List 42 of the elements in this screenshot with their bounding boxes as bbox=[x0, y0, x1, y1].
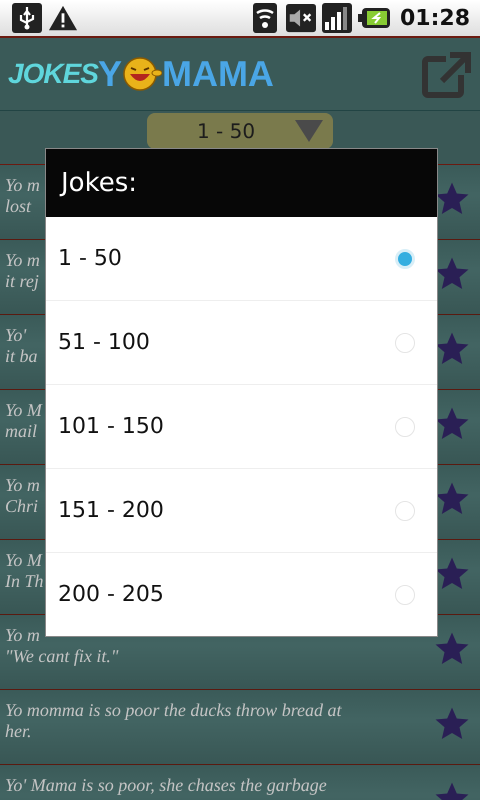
joke-text: it ba bbox=[5, 346, 38, 367]
warning-icon bbox=[48, 3, 78, 33]
joke-row[interactable]: Yo' Mama is so poor, she chases the garbage bbox=[0, 765, 480, 800]
radio-button[interactable] bbox=[395, 584, 415, 604]
joke-text: her. bbox=[5, 721, 32, 742]
joke-row[interactable]: Yo momma is so poor the ducks throw bread at her. bbox=[0, 690, 480, 765]
range-option[interactable]: 200 - 205 bbox=[46, 552, 437, 636]
range-option[interactable]: 151 - 200 bbox=[46, 468, 437, 552]
logo-text: MAMA bbox=[162, 53, 274, 95]
joke-text: Yo M bbox=[5, 400, 42, 421]
joke-text: Yo m bbox=[5, 175, 40, 196]
joke-text: Yo m bbox=[5, 625, 41, 646]
joke-text: Yo' Mama is so poor, she chases the garbage bbox=[5, 775, 327, 796]
joke-text: lost bbox=[5, 196, 32, 217]
joke-text: Yo momma is so poor the ducks throw bread at bbox=[5, 700, 342, 721]
joke-text: In Th bbox=[5, 571, 44, 592]
laughing-smiley-icon bbox=[122, 56, 162, 92]
radio-button[interactable] bbox=[395, 416, 415, 436]
range-option[interactable]: 1 - 50 bbox=[46, 217, 437, 300]
range-option[interactable]: 101 - 150 bbox=[46, 384, 437, 468]
usb-icon bbox=[12, 3, 42, 33]
radio-button[interactable] bbox=[395, 248, 415, 268]
dialog-title: Jokes: bbox=[46, 149, 437, 217]
range-dropdown[interactable]: 1 - 50 bbox=[147, 113, 333, 149]
battery-charging-icon bbox=[358, 7, 390, 29]
joke-text: "We cant fix it." bbox=[5, 646, 118, 667]
signal-icon bbox=[322, 3, 352, 33]
joke-text: Yo m bbox=[5, 250, 40, 271]
joke-text: Yo M bbox=[5, 550, 44, 571]
radio-button[interactable] bbox=[395, 500, 415, 520]
logo-text: Y bbox=[98, 53, 122, 95]
muted-volume-icon bbox=[286, 3, 316, 33]
joke-text: Yo m bbox=[5, 475, 40, 496]
range-option[interactable]: 51 - 100 bbox=[46, 300, 437, 384]
logo-text: JOKES bbox=[8, 58, 98, 90]
joke-text: Chri bbox=[5, 496, 40, 517]
radio-button[interactable] bbox=[395, 332, 415, 352]
joke-text: it rej bbox=[5, 271, 40, 292]
joke-text: mail bbox=[5, 421, 38, 442]
share-icon[interactable] bbox=[422, 49, 472, 99]
joke-text: Yo' bbox=[5, 325, 28, 346]
clock-time: 01:28 bbox=[400, 6, 470, 30]
